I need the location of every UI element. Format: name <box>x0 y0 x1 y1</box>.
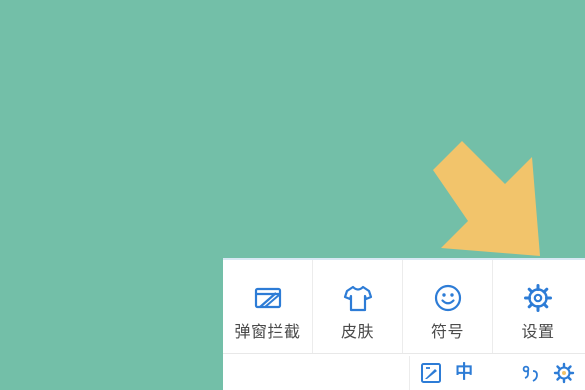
popup-block-icon <box>254 287 281 309</box>
punctuation-icon <box>522 365 538 382</box>
toolbox-icon <box>420 363 441 383</box>
menu-row: 弹窗拦截 皮肤 符号 设置 <box>223 260 585 354</box>
settings-button[interactable]: 设置 <box>493 260 583 353</box>
symbol-label: 符号 <box>430 322 464 341</box>
moon-button[interactable] <box>484 360 510 386</box>
popup-block-label: 弹窗拦截 <box>234 322 301 341</box>
gear-icon <box>524 284 552 312</box>
status-toolbar: 中 <box>409 356 585 390</box>
input-method-menu: 弹窗拦截 皮肤 符号 设置 中 <box>223 258 585 390</box>
settings-label: 设置 <box>521 322 555 341</box>
toolbox-button[interactable] <box>418 360 444 386</box>
toolbar-settings-button[interactable] <box>551 360 577 386</box>
shirt-icon <box>343 285 372 312</box>
skin-label: 皮肤 <box>340 322 374 341</box>
chinese-mode-button[interactable]: 中 <box>451 360 477 386</box>
chinese-mode-icon: 中 <box>455 362 474 383</box>
punctuation-button[interactable] <box>518 360 544 386</box>
symbol-button[interactable]: 符号 <box>403 260 493 353</box>
smiley-icon <box>434 284 461 312</box>
settings-gear-icon <box>554 362 575 384</box>
skin-button[interactable]: 皮肤 <box>313 260 403 353</box>
popup-block-button[interactable]: 弹窗拦截 <box>223 260 313 353</box>
moon-icon <box>490 366 505 380</box>
pointer-arrow-shape <box>433 141 540 256</box>
